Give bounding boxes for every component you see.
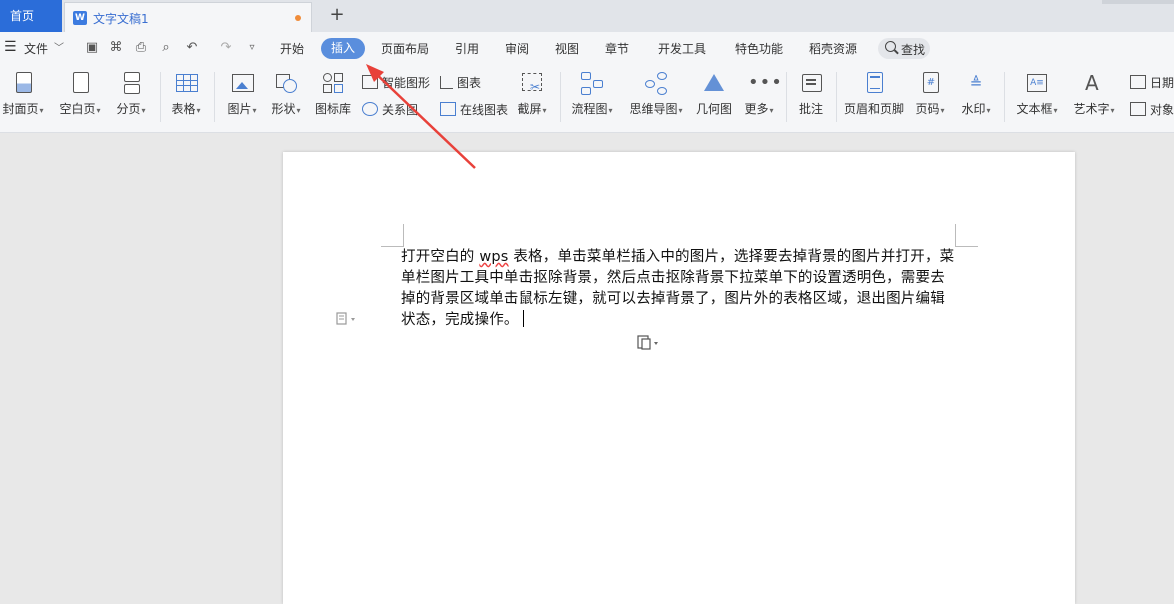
annotation-arrow xyxy=(0,0,1174,604)
